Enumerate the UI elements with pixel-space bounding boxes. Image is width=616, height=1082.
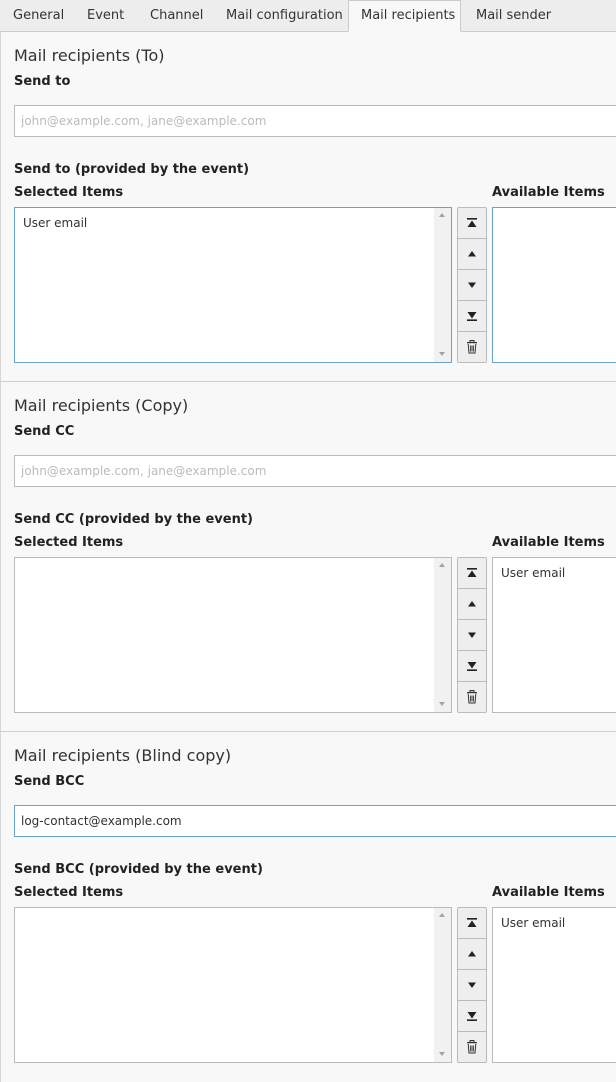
order-buttons	[457, 907, 487, 1063]
move-top-icon	[466, 917, 478, 929]
selected-items-label: Selected Items	[14, 885, 124, 900]
tab-general[interactable]: General	[12, 0, 65, 32]
scroll-up-icon	[439, 913, 445, 917]
remove-button[interactable]	[458, 332, 486, 362]
move-down-button[interactable]	[458, 970, 486, 1001]
move-down-icon	[466, 629, 478, 641]
scroll-down-icon	[439, 1052, 445, 1056]
scrollbar[interactable]	[434, 208, 451, 362]
move-bottom-icon	[466, 1010, 478, 1022]
selected-items-list[interactable]: User email	[14, 207, 452, 363]
section-cc: Mail recipients (Copy) Send CC Send CC (…	[0, 382, 616, 732]
move-up-icon	[466, 598, 478, 610]
provided-label: Send CC (provided by the event)	[14, 512, 253, 527]
move-bottom-icon	[466, 660, 478, 672]
move-up-icon	[466, 948, 478, 960]
move-top-button[interactable]	[458, 558, 486, 589]
move-down-icon	[466, 979, 478, 991]
move-top-button[interactable]	[458, 908, 486, 939]
send-bcc-input[interactable]	[14, 805, 616, 837]
move-down-button[interactable]	[458, 620, 486, 651]
trash-icon	[466, 340, 478, 354]
list-item[interactable]: User email	[23, 216, 87, 230]
provided-label: Send BCC (provided by the event)	[14, 862, 263, 877]
available-items-list[interactable]: User email	[492, 907, 616, 1063]
section-title: Mail recipients (Copy)	[14, 396, 189, 415]
scroll-down-icon	[439, 352, 445, 356]
move-down-icon	[466, 279, 478, 291]
tab-mail-configuration[interactable]: Mail configuration	[225, 0, 344, 32]
selected-items-list[interactable]	[14, 907, 452, 1063]
field-label: Send to	[14, 74, 71, 89]
move-top-button[interactable]	[458, 208, 486, 239]
available-items-label: Available Items	[492, 535, 605, 550]
section-bcc: Mail recipients (Blind copy) Send BCC Se…	[0, 732, 616, 1082]
selected-items-list[interactable]	[14, 557, 452, 713]
scroll-up-icon	[439, 563, 445, 567]
field-label: Send CC	[14, 424, 75, 439]
move-bottom-icon	[466, 310, 478, 322]
field-label: Send BCC	[14, 774, 85, 789]
trash-icon	[466, 690, 478, 704]
list-item[interactable]: User email	[501, 566, 565, 580]
move-up-button[interactable]	[458, 239, 486, 270]
tab-bar: General Event Channel Mail configuration…	[0, 0, 616, 32]
section-title: Mail recipients (Blind copy)	[14, 746, 232, 765]
section-to: Mail recipients (To) Send to Send to (pr…	[0, 32, 616, 382]
section-title: Mail recipients (To)	[14, 46, 165, 65]
move-down-button[interactable]	[458, 270, 486, 301]
tab-mail-recipients[interactable]: Mail recipients	[348, 0, 461, 32]
scrollbar[interactable]	[434, 558, 451, 712]
scroll-up-icon	[439, 213, 445, 217]
list-item[interactable]: User email	[501, 916, 565, 930]
move-bottom-button[interactable]	[458, 1001, 486, 1032]
send-cc-input[interactable]	[14, 455, 616, 487]
provided-label: Send to (provided by the event)	[14, 162, 250, 177]
available-items-list[interactable]	[492, 207, 616, 363]
send-to-input[interactable]	[14, 105, 616, 137]
selected-items-label: Selected Items	[14, 535, 124, 550]
move-up-button[interactable]	[458, 939, 486, 970]
tab-mail-sender[interactable]: Mail sender	[475, 0, 552, 32]
order-buttons	[457, 557, 487, 713]
order-buttons	[457, 207, 487, 363]
trash-icon	[466, 1040, 478, 1054]
remove-button[interactable]	[458, 682, 486, 712]
scrollbar[interactable]	[434, 908, 451, 1062]
move-up-button[interactable]	[458, 589, 486, 620]
selected-items-label: Selected Items	[14, 185, 124, 200]
move-up-icon	[466, 248, 478, 260]
available-items-list[interactable]: User email	[492, 557, 616, 713]
available-items-label: Available Items	[492, 185, 605, 200]
remove-button[interactable]	[458, 1032, 486, 1062]
tab-event[interactable]: Event	[86, 0, 125, 32]
move-top-icon	[466, 567, 478, 579]
move-bottom-button[interactable]	[458, 651, 486, 682]
move-top-icon	[466, 217, 478, 229]
tab-channel[interactable]: Channel	[149, 0, 204, 32]
available-items-label: Available Items	[492, 885, 605, 900]
move-bottom-button[interactable]	[458, 301, 486, 332]
scroll-down-icon	[439, 702, 445, 706]
